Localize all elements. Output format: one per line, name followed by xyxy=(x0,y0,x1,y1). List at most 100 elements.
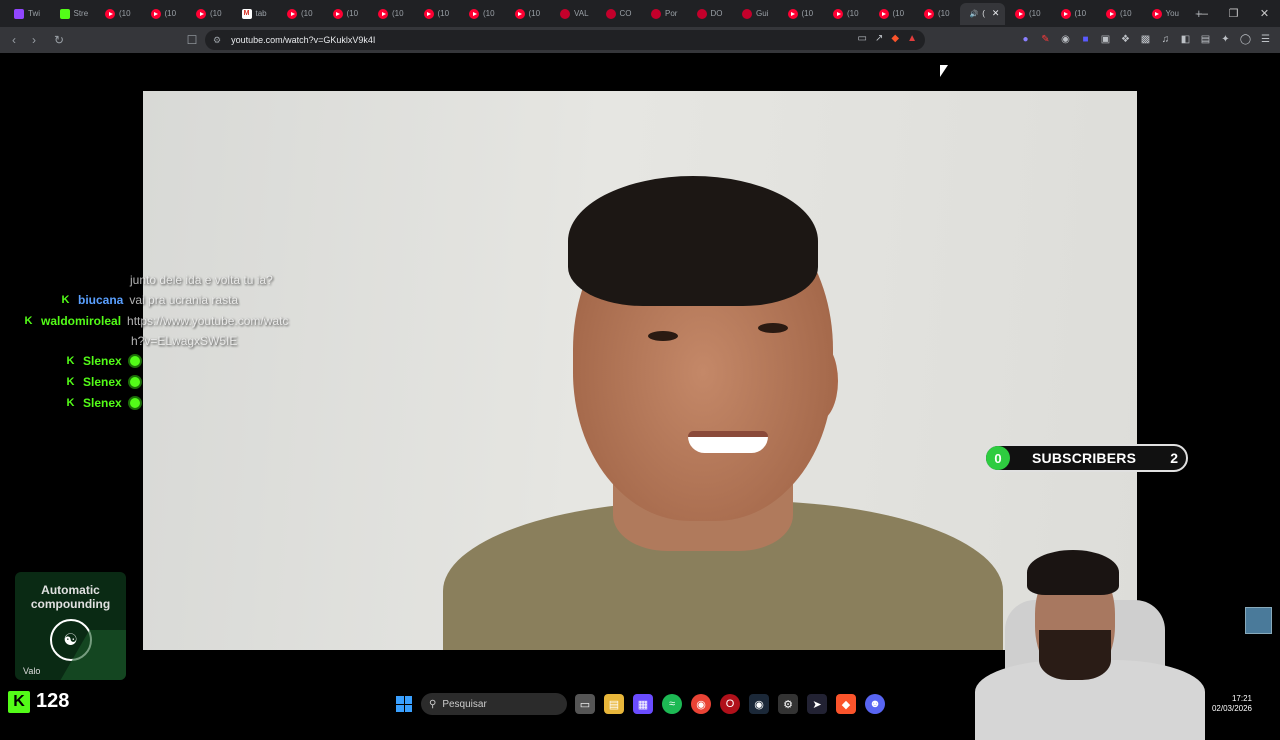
brave-shield-icon[interactable]: ◆ xyxy=(891,33,899,44)
video-person-eye xyxy=(648,331,678,341)
forward-icon[interactable]: › xyxy=(24,33,44,47)
browser-tab[interactable]: (10 xyxy=(869,3,915,25)
browser-tab[interactable]: (10 xyxy=(778,3,824,25)
youtube-icon xyxy=(787,8,798,19)
browser-tab[interactable]: CO xyxy=(596,3,642,25)
close-window-icon[interactable]: ✕ xyxy=(1249,0,1280,27)
menu-icon[interactable]: ☰ xyxy=(1259,33,1272,46)
video-person-eye xyxy=(758,323,788,333)
chat-username[interactable]: waldomiroleal xyxy=(41,314,121,328)
browser-tab[interactable]: (10 xyxy=(414,3,460,25)
discord-icon[interactable]: ☻ xyxy=(865,694,885,714)
youtube-icon xyxy=(1060,8,1071,19)
reload-icon[interactable]: ↻ xyxy=(49,33,69,47)
minimize-icon[interactable]: — xyxy=(1187,0,1218,27)
media-icon[interactable]: ♫ xyxy=(1159,33,1172,46)
browser-tab[interactable]: Twi xyxy=(4,3,50,25)
wallet-icon[interactable]: ▤ xyxy=(1199,33,1212,46)
kick-icon xyxy=(59,8,70,19)
browser-tab[interactable]: (10 xyxy=(368,3,414,25)
browser-tab[interactable]: (10 xyxy=(1051,3,1097,25)
browser-tab[interactable]: (10 xyxy=(141,3,187,25)
extension-6-icon[interactable]: ▩ xyxy=(1139,33,1152,46)
chat-username[interactable]: Slenex xyxy=(83,375,122,389)
browser-tab[interactable]: You xyxy=(1142,3,1188,25)
browser-tab[interactable]: Por xyxy=(641,3,687,25)
chat-username[interactable]: Slenex xyxy=(83,354,122,368)
extensions-puzzle-icon[interactable]: ❖ xyxy=(1119,33,1132,46)
ad-title: Automatic compounding xyxy=(15,583,126,611)
spotify-icon[interactable]: ≈ xyxy=(662,694,682,714)
chat-line: K Slenex xyxy=(65,354,142,368)
browser-tab[interactable]: (10 xyxy=(505,3,551,25)
youtube-icon xyxy=(469,8,479,19)
app-icon[interactable]: ⚙ xyxy=(778,694,798,714)
tab-label: (10 xyxy=(847,9,859,18)
back-icon[interactable]: ‹ xyxy=(4,33,24,47)
video-person-smile xyxy=(688,431,768,453)
address-bar[interactable]: ⚙ youtube.com/watch?v=GKuklxV9k4I ▭ ↗ ◆ … xyxy=(205,30,925,50)
app-arrow-icon[interactable]: ➤ xyxy=(807,694,827,714)
browser-tab[interactable]: (10 xyxy=(1096,3,1142,25)
browser-tab[interactable]: (10 xyxy=(1005,3,1051,25)
browser-tab[interactable]: (10 xyxy=(914,3,960,25)
chrome-icon[interactable]: ◉ xyxy=(691,694,711,714)
kick-badge-icon: K xyxy=(66,355,75,367)
browser-tab[interactable]: (10 xyxy=(277,3,323,25)
chat-username[interactable]: biucana xyxy=(78,293,123,307)
restore-icon[interactable]: ❐ xyxy=(1218,0,1249,27)
tab-label: (10 xyxy=(1074,9,1087,18)
file-explorer-icon[interactable]: ▤ xyxy=(604,694,624,714)
mouse-cursor-icon xyxy=(940,65,948,77)
clock-date: 02/03/2026 xyxy=(1211,704,1252,713)
browser-tab[interactable]: DO xyxy=(687,3,733,25)
browser-tab[interactable]: (10 xyxy=(186,3,232,25)
extension-3-icon[interactable]: ◉ xyxy=(1059,33,1072,46)
tab-label: Twi xyxy=(28,9,40,18)
browser-tab[interactable]: (10 xyxy=(323,3,369,25)
chat-line: K biucana vai pra ucrania rasta xyxy=(60,293,239,307)
brave-icon[interactable]: ◆ xyxy=(836,694,856,714)
sidebar-icon[interactable]: ◧ xyxy=(1179,33,1192,46)
extension-4-icon[interactable]: ■ xyxy=(1079,33,1092,46)
tab-label: DO xyxy=(710,9,723,18)
tab-label: ( xyxy=(982,9,985,18)
browser-tab[interactable]: tab xyxy=(232,3,278,25)
extension-2-icon[interactable]: ✎ xyxy=(1039,33,1052,46)
youtube-icon xyxy=(514,8,525,19)
browser-tab[interactable]: (10 xyxy=(95,3,141,25)
tab-label: Gui xyxy=(756,9,769,18)
vpn-icon[interactable]: ◯ xyxy=(1239,33,1252,46)
site-info-icon[interactable]: ⚙ xyxy=(213,35,221,46)
youtube-icon xyxy=(332,8,343,19)
youtube-icon xyxy=(423,8,434,19)
browser-tab[interactable]: Gui xyxy=(732,3,778,25)
browser-tab[interactable]: Stre xyxy=(50,3,96,25)
tab-label: You xyxy=(1165,9,1180,18)
task-view-icon[interactable]: ▭ xyxy=(575,694,595,714)
bookmark-icon[interactable]: ☐ xyxy=(182,33,202,47)
cast-icon[interactable]: ▭ xyxy=(858,33,867,44)
chat-username[interactable]: Slenex xyxy=(83,396,122,410)
brave-rewards-icon[interactable]: ▲ xyxy=(907,33,917,44)
youtube-icon xyxy=(196,8,206,19)
opera-icon[interactable]: O xyxy=(720,694,740,714)
windows-start-icon[interactable] xyxy=(396,696,412,712)
ad-title-line: Automatic xyxy=(41,583,100,597)
apps-icon[interactable]: ▦ xyxy=(633,694,653,714)
browser-tab[interactable]: 🔊(✕ xyxy=(959,2,1005,25)
youtube-icon xyxy=(1015,8,1025,19)
extension-1-icon[interactable]: ● xyxy=(1019,33,1032,46)
gmail-icon xyxy=(241,8,252,19)
youtube-icon xyxy=(833,8,843,19)
browser-tab[interactable]: VAL xyxy=(550,3,596,25)
taskbar-clock[interactable]: 17:21 02/03/2026 xyxy=(1212,694,1252,714)
close-tab-icon[interactable]: ✕ xyxy=(992,8,1000,19)
leo-ai-icon[interactable]: ✦ xyxy=(1219,33,1232,46)
extension-5-icon[interactable]: ▣ xyxy=(1099,33,1112,46)
share-icon[interactable]: ↗ xyxy=(875,33,883,44)
taskbar-search[interactable]: ⚲ Pesquisar xyxy=(421,693,567,715)
browser-tab[interactable]: (10 xyxy=(459,3,505,25)
browser-tab[interactable]: (10 xyxy=(823,3,869,25)
steam-icon[interactable]: ◉ xyxy=(749,694,769,714)
